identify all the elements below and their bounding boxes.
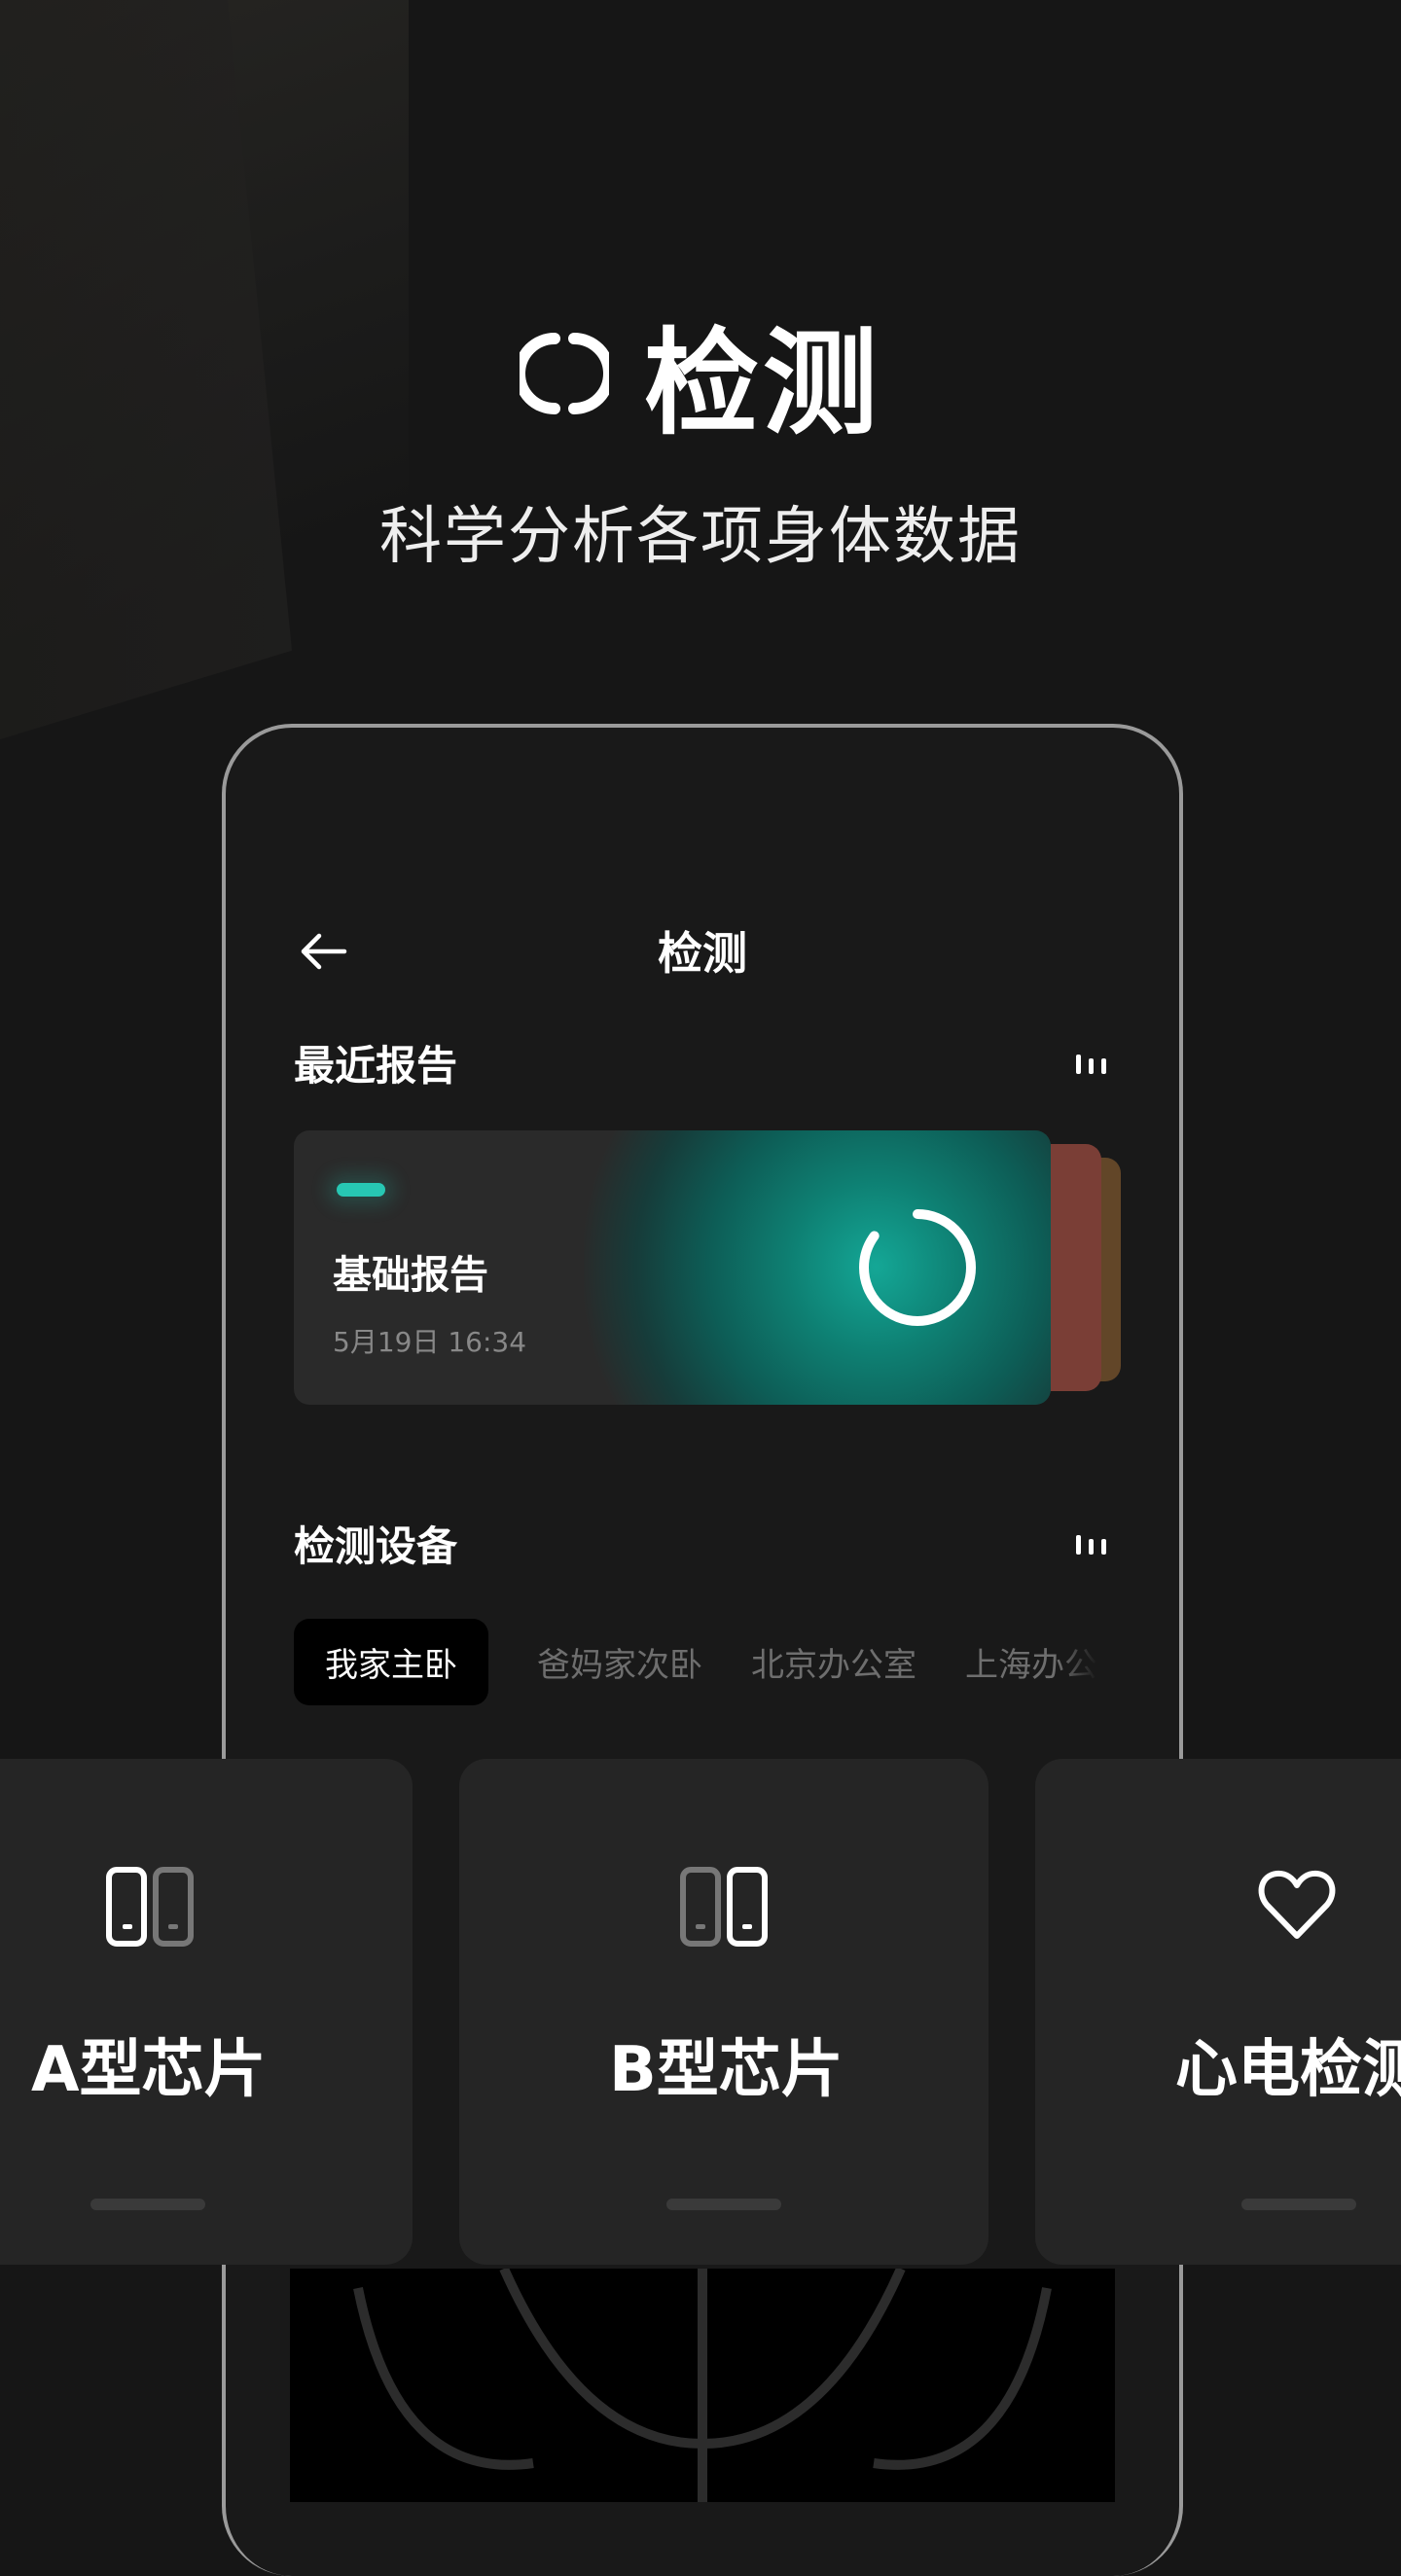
device-chip-row: 我家主卧 爸妈家次卧 北京办公室 上海办公 [294, 1619, 1097, 1705]
devices-title: 检测设备 [294, 1522, 458, 1570]
hero-title: 检测 [0, 290, 1401, 456]
feature-label: A型芯片 [31, 2034, 267, 2106]
detect-icon [519, 332, 609, 414]
device-chip[interactable]: 北京办公室 [751, 1638, 916, 1686]
nav-title: 检测 [658, 927, 747, 980]
report-card[interactable]: 基础报告 5月19日 16:34 [294, 1130, 1051, 1405]
floor-plan-preview [290, 2269, 1115, 2502]
device-chip[interactable]: 上海办公 [965, 1638, 1097, 1686]
chip-a-icon [106, 1867, 194, 1947]
recent-reports-title: 最近报告 [294, 1042, 458, 1090]
device-chip[interactable]: 我家主卧 [294, 1619, 488, 1705]
feature-card-chip-a[interactable]: A型芯片 [0, 1759, 413, 2265]
device-chip[interactable]: 爸妈家次卧 [537, 1638, 702, 1686]
feature-card-handle [666, 2199, 781, 2210]
chip-b-icon [680, 1867, 768, 1947]
report-time: 5月19日 16:34 [333, 1326, 527, 1358]
more-icon[interactable] [1072, 1051, 1111, 1080]
heart-icon [1258, 1870, 1336, 1939]
feature-card-chip-b[interactable]: B型芯片 [459, 1759, 988, 2265]
hero-title-text: 检测 [643, 316, 881, 450]
feature-card-handle [1241, 2199, 1356, 2210]
card-glow [584, 1130, 1051, 1405]
feature-card-ecg[interactable]: 心电检测 [1035, 1759, 1401, 2265]
hero-subtitle: 科学分析各项身体数据 [379, 501, 1022, 573]
progress-ring-icon [859, 1209, 976, 1326]
more-icon[interactable] [1072, 1531, 1111, 1560]
report-title: 基础报告 [333, 1253, 488, 1298]
feature-card-handle [90, 2199, 205, 2210]
feature-label: 心电检测 [1175, 2034, 1401, 2106]
floor-plan-lines [353, 2269, 1052, 2502]
feature-label: B型芯片 [609, 2034, 844, 2106]
status-pill [337, 1183, 385, 1197]
